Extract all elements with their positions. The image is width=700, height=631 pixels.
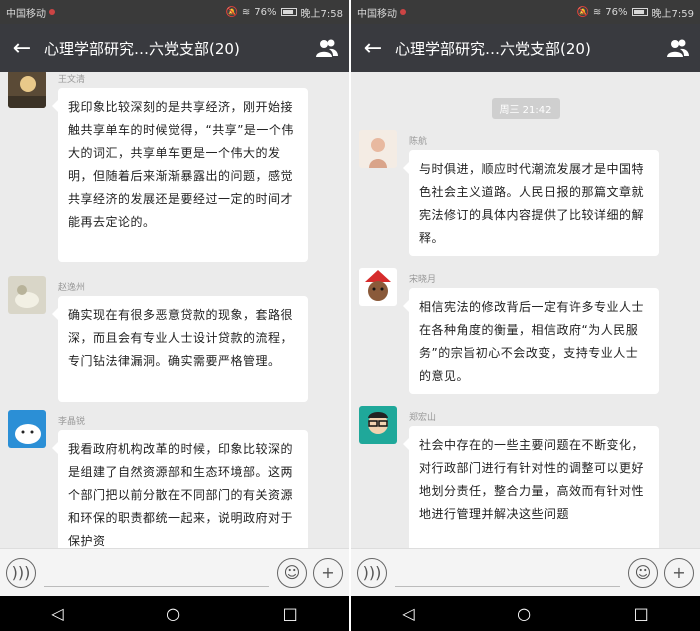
system-nav-bar: ◁ ○ □ bbox=[0, 596, 349, 631]
avatar[interactable] bbox=[359, 268, 397, 306]
message-input[interactable] bbox=[395, 559, 620, 587]
message-bubble[interactable]: 与时俱进，顺应时代潮流发展才是中国特色社会主义道路。人民日报的那篇文章就宪法修订… bbox=[403, 150, 659, 256]
avatar[interactable] bbox=[8, 276, 46, 314]
sender-name: 宋晓月 bbox=[409, 275, 437, 285]
chat-title: 心理学部研究…六党支部(20) bbox=[44, 39, 240, 58]
plus-icon: + bbox=[321, 563, 335, 582]
sender-name: 赵逸州 bbox=[58, 283, 86, 293]
nav-home-icon[interactable]: ○ bbox=[166, 604, 180, 623]
emoji-icon: ☺ bbox=[634, 563, 652, 582]
message-input[interactable] bbox=[44, 559, 269, 587]
message-bubble[interactable]: 我印象比较深刻的是共享经济，刚开始接触共享单车的时候觉得，“共享”是一个伟大的词… bbox=[52, 88, 308, 262]
more-button[interactable]: + bbox=[664, 557, 694, 588]
message-bubble[interactable]: 相信宪法的修改背后一定有许多专业人士在各种角度的衡量，相信政府“为人民服务”的宗… bbox=[403, 288, 659, 394]
nav-recent-icon[interactable]: □ bbox=[634, 604, 649, 623]
sender-name: 李晶锐 bbox=[58, 417, 86, 427]
avatar[interactable] bbox=[8, 72, 46, 108]
chat-header: ← 心理学部研究…六党支部(20) bbox=[351, 24, 700, 72]
back-arrow-icon[interactable]: ← bbox=[351, 36, 395, 61]
voice-toggle-button[interactable]: ))) bbox=[357, 557, 387, 588]
system-nav-bar: ◁ ○ □ bbox=[351, 596, 700, 631]
message-bubble[interactable]: 确实现在有很多恶意贷款的现象，套路很深，而且会有专业人士设计贷款的流程，专门钻法… bbox=[52, 296, 308, 402]
left-screen: 中国移动 🔕 ≋ 76% 晚上7:58 ← 心理学部研究…六党支部(20) 王文… bbox=[0, 0, 349, 631]
emoji-button[interactable]: ☺ bbox=[628, 557, 658, 588]
wifi-icon: ≋ bbox=[241, 6, 251, 18]
nav-recent-icon[interactable]: □ bbox=[283, 604, 298, 623]
voice-icon: ))) bbox=[362, 563, 382, 582]
sender-name: 陈航 bbox=[409, 137, 428, 147]
mute-icon: 🔕 bbox=[576, 6, 589, 18]
nav-back-icon[interactable]: ◁ bbox=[402, 604, 414, 623]
avatar[interactable] bbox=[8, 410, 46, 448]
more-button[interactable]: + bbox=[313, 557, 343, 588]
voice-icon: ))) bbox=[11, 563, 31, 582]
avatar[interactable] bbox=[359, 130, 397, 168]
sender-name: 郑宏山 bbox=[409, 413, 437, 423]
voice-toggle-button[interactable]: ))) bbox=[6, 557, 36, 588]
right-screen: 中国移动 🔕 ≋ 76% 晚上7:59 ← 心理学部研究…六党支部(20) 周三… bbox=[351, 0, 700, 631]
mute-icon: 🔕 bbox=[225, 6, 238, 18]
battery-icon bbox=[280, 8, 297, 16]
input-bar: ))) ☺ + bbox=[0, 548, 349, 596]
group-members-button[interactable] bbox=[656, 38, 700, 58]
clock: 晚上7:59 bbox=[651, 8, 694, 20]
carrier-label: 中国移动 bbox=[357, 8, 397, 20]
chat-header: ← 心理学部研究…六党支部(20) bbox=[0, 24, 349, 72]
avatar[interactable] bbox=[359, 406, 397, 444]
message-bubble[interactable]: 我看政府机构改革的时候，印象比较深的是组建了自然资源部和生态环境部。这两个部门把… bbox=[52, 430, 308, 548]
back-arrow-icon[interactable]: ← bbox=[0, 36, 44, 61]
notification-dot-icon bbox=[400, 9, 406, 15]
battery-percent: 76% bbox=[254, 6, 277, 18]
chat-title: 心理学部研究…六党支部(20) bbox=[395, 39, 591, 58]
timestamp-divider: 周三 21:42 bbox=[491, 98, 560, 119]
sender-name: 王文清 bbox=[58, 75, 86, 85]
plus-icon: + bbox=[672, 563, 686, 582]
nav-back-icon[interactable]: ◁ bbox=[51, 604, 63, 623]
carrier-label: 中国移动 bbox=[6, 8, 46, 20]
status-bar: 中国移动 🔕 ≋ 76% 晚上7:58 bbox=[0, 0, 349, 24]
chat-area[interactable]: 周三 21:42 陈航 与时俱进，顺应时代潮流发展才是中国特色社会主义道路。人民… bbox=[351, 72, 700, 548]
battery-percent: 76% bbox=[605, 6, 628, 18]
group-icon bbox=[316, 39, 338, 57]
battery-icon bbox=[631, 8, 648, 16]
group-icon bbox=[667, 39, 689, 57]
emoji-button[interactable]: ☺ bbox=[277, 557, 307, 588]
status-bar: 中国移动 🔕 ≋ 76% 晚上7:59 bbox=[351, 0, 700, 24]
message-bubble[interactable]: 社会中存在的一些主要问题在不断变化，对行政部门进行有针对性的调整可以更好地划分责… bbox=[403, 426, 659, 548]
emoji-icon: ☺ bbox=[283, 563, 301, 582]
group-members-button[interactable] bbox=[305, 38, 349, 58]
clock: 晚上7:58 bbox=[300, 8, 343, 20]
notification-dot-icon bbox=[49, 9, 55, 15]
wifi-icon: ≋ bbox=[592, 6, 602, 18]
chat-area[interactable]: 王文清 我印象比较深刻的是共享经济，刚开始接触共享单车的时候觉得，“共享”是一个… bbox=[0, 72, 349, 548]
input-bar: ))) ☺ + bbox=[351, 548, 700, 596]
nav-home-icon[interactable]: ○ bbox=[517, 604, 531, 623]
